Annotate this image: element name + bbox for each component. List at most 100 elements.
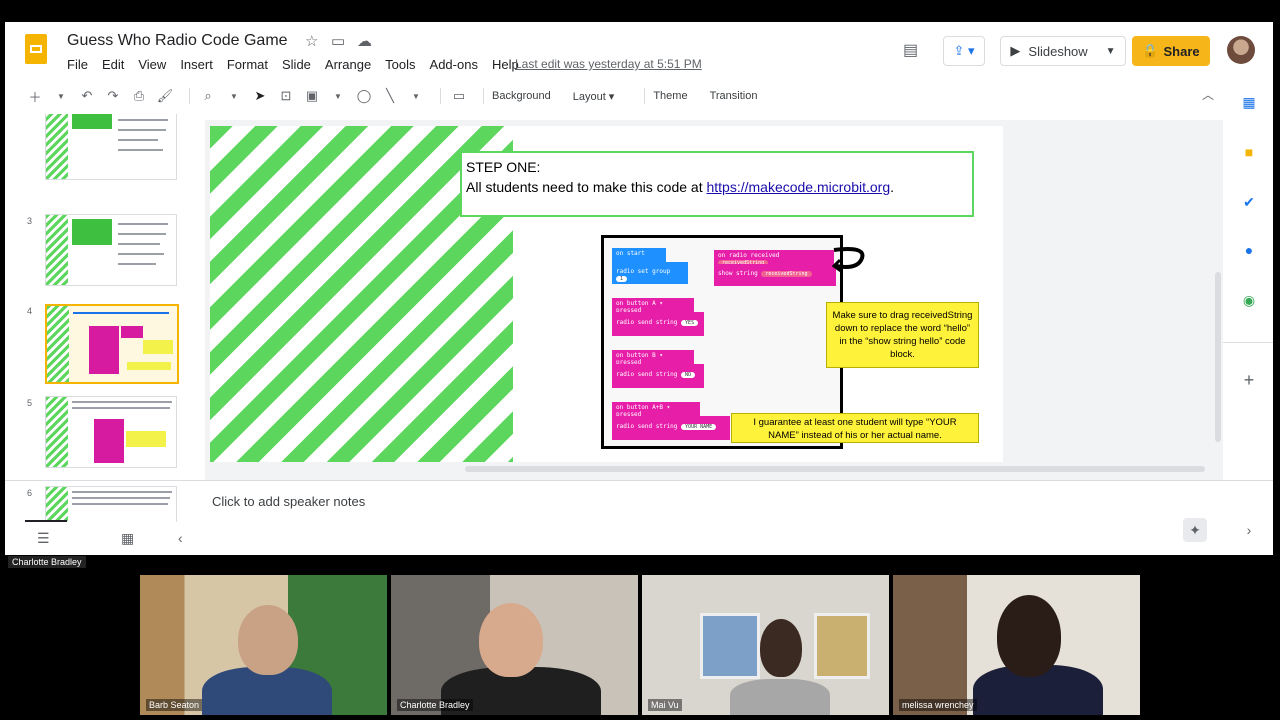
chevron-down-icon[interactable]: ▼ (328, 92, 348, 101)
present-to-meeting-button[interactable]: ⇪ ▾ (943, 36, 985, 66)
background-button[interactable]: Background (492, 90, 551, 102)
text-box-icon[interactable]: ⊡ (276, 88, 296, 104)
participant-name: Barb Seaton (146, 699, 203, 711)
slideshow-label: Slideshow (1028, 43, 1088, 59)
collapse-toolbar-icon[interactable]: ︿ (1202, 86, 1214, 103)
thumb-stripes (46, 114, 68, 179)
thumb-text-line (118, 263, 156, 265)
menu-arrange[interactable]: Arrange (325, 57, 371, 72)
speaker-notes-panel[interactable] (5, 480, 1273, 555)
calendar-icon[interactable]: ▦ (1237, 94, 1261, 111)
maps-icon[interactable]: ◉ (1237, 292, 1261, 309)
image-icon[interactable]: ▣ (302, 88, 322, 104)
current-slide[interactable]: STEP ONE: All students need to make this… (210, 126, 1003, 462)
on-button-b-block: on button B ▾ pressed (612, 350, 694, 366)
transition-button[interactable]: Transition (710, 90, 758, 102)
thumb-code-block (89, 326, 119, 374)
document-title[interactable]: Guess Who Radio Code Game (67, 32, 288, 50)
participant-tile[interactable]: Charlotte Bradley (391, 575, 638, 715)
slide-filmstrip: 3 4 5 6 (23, 114, 198, 522)
thumb-text-line (118, 149, 163, 151)
line-icon[interactable]: ╲ (380, 88, 400, 104)
participant-name: Charlotte Bradley (397, 699, 473, 711)
participant-video (997, 595, 1061, 677)
share-button[interactable]: 🔒 Share (1132, 36, 1210, 66)
horizontal-scrollbar[interactable] (465, 466, 1205, 472)
comment-add-icon[interactable]: ▭ (449, 88, 469, 104)
thumb-green-box (72, 219, 112, 245)
chevron-down-icon: ▼ (1105, 45, 1116, 57)
thumb-text-line (72, 407, 170, 409)
menu-bar: File Edit View Insert Format Slide Arran… (67, 57, 533, 72)
last-edit-link[interactable]: Last edit was yesterday at 5:51 PM (515, 57, 702, 71)
slide-thumbnail[interactable] (45, 214, 177, 286)
thumb-text-line (118, 233, 166, 235)
menu-edit[interactable]: Edit (102, 57, 124, 72)
comments-icon[interactable]: ▤ (903, 40, 918, 60)
step-one-text-box[interactable]: STEP ONE: All students need to make this… (460, 151, 974, 217)
slide-number: 4 (27, 306, 33, 316)
toolbar-divider (189, 88, 190, 104)
chevron-down-icon[interactable]: ▼ (224, 92, 244, 101)
step-title: STEP ONE: (466, 159, 541, 175)
menu-insert[interactable]: Insert (180, 57, 213, 72)
keep-icon[interactable]: ■ (1237, 144, 1261, 160)
print-icon[interactable]: ⎙ (129, 88, 149, 104)
shape-icon[interactable]: ◯ (354, 88, 374, 104)
participant-tile[interactable]: melissa wrenchey (893, 575, 1140, 715)
tasks-icon[interactable]: ✔ (1237, 194, 1261, 211)
participant-video (479, 603, 543, 677)
select-cursor-icon[interactable]: ➤ (250, 88, 270, 104)
menu-addons[interactable]: Add-ons (430, 57, 478, 72)
menu-file[interactable]: File (67, 57, 88, 72)
slides-logo-icon[interactable] (25, 34, 47, 64)
chevron-down-icon[interactable]: ▼ (51, 92, 71, 101)
slide-thumbnail[interactable] (45, 396, 177, 468)
undo-icon[interactable]: ↶ (77, 88, 97, 104)
layout-label: Layout (572, 90, 606, 103)
send-no-block: radio send string NO (612, 364, 704, 388)
on-start-block: on start (612, 248, 666, 262)
get-addons-icon[interactable]: + (1237, 370, 1261, 391)
thumb-text-line (118, 139, 158, 141)
curved-arrow-icon (832, 247, 865, 273)
toolbar-divider (483, 88, 484, 104)
contacts-icon[interactable]: ● (1237, 242, 1261, 258)
menu-tools[interactable]: Tools (385, 57, 415, 72)
move-folder-icon[interactable]: ▭ (331, 32, 345, 50)
star-icon[interactable]: ☆ (305, 32, 318, 50)
slideshow-button[interactable]: ▶ Slideshow ▼ (1000, 36, 1126, 66)
guarantee-note[interactable]: I guarantee at least one student will ty… (731, 413, 979, 443)
step-end: . (890, 179, 895, 195)
participant-name: melissa wrenchey (899, 699, 977, 711)
layout-button[interactable]: Layout ▾ (573, 90, 615, 103)
send-value: NO (681, 372, 696, 378)
explore-icon[interactable]: ✦ (1183, 518, 1207, 542)
drag-instruction-note[interactable]: Make sure to drag receivedString down to… (826, 302, 979, 368)
slide-number: 3 (27, 216, 33, 226)
thumb-code-block (94, 419, 124, 463)
zoom-icon[interactable]: ⌕ (198, 88, 218, 104)
chevron-down-icon[interactable]: ▼ (406, 92, 426, 101)
participant-tile[interactable]: Barb Seaton (140, 575, 387, 715)
participant-tile[interactable]: Mai Vu (642, 575, 889, 715)
menu-format[interactable]: Format (227, 57, 268, 72)
cloud-status-icon[interactable]: ☁ (357, 32, 372, 50)
slide-number: 5 (27, 398, 33, 408)
group-value: 1 (616, 276, 628, 282)
vertical-scrollbar[interactable] (1215, 272, 1221, 442)
user-avatar[interactable] (1227, 36, 1255, 64)
menu-view[interactable]: View (138, 57, 166, 72)
slide-thumbnail[interactable] (45, 114, 177, 180)
participant-video (730, 679, 830, 715)
menu-slide[interactable]: Slide (282, 57, 311, 72)
paint-format-icon[interactable]: 🖌 (155, 88, 175, 104)
slide-thumbnail-selected[interactable] (45, 304, 179, 384)
speaker-notes-placeholder[interactable]: Click to add speaker notes (212, 494, 365, 509)
makecode-link[interactable]: https://makecode.microbit.org (706, 179, 890, 195)
on-radio-received-label: on radio received (718, 252, 780, 259)
theme-button[interactable]: Theme (653, 90, 687, 102)
redo-icon[interactable]: ↷ (103, 88, 123, 104)
new-slide-icon[interactable]: ＋ (25, 87, 45, 106)
thumb-stripes (46, 397, 68, 467)
